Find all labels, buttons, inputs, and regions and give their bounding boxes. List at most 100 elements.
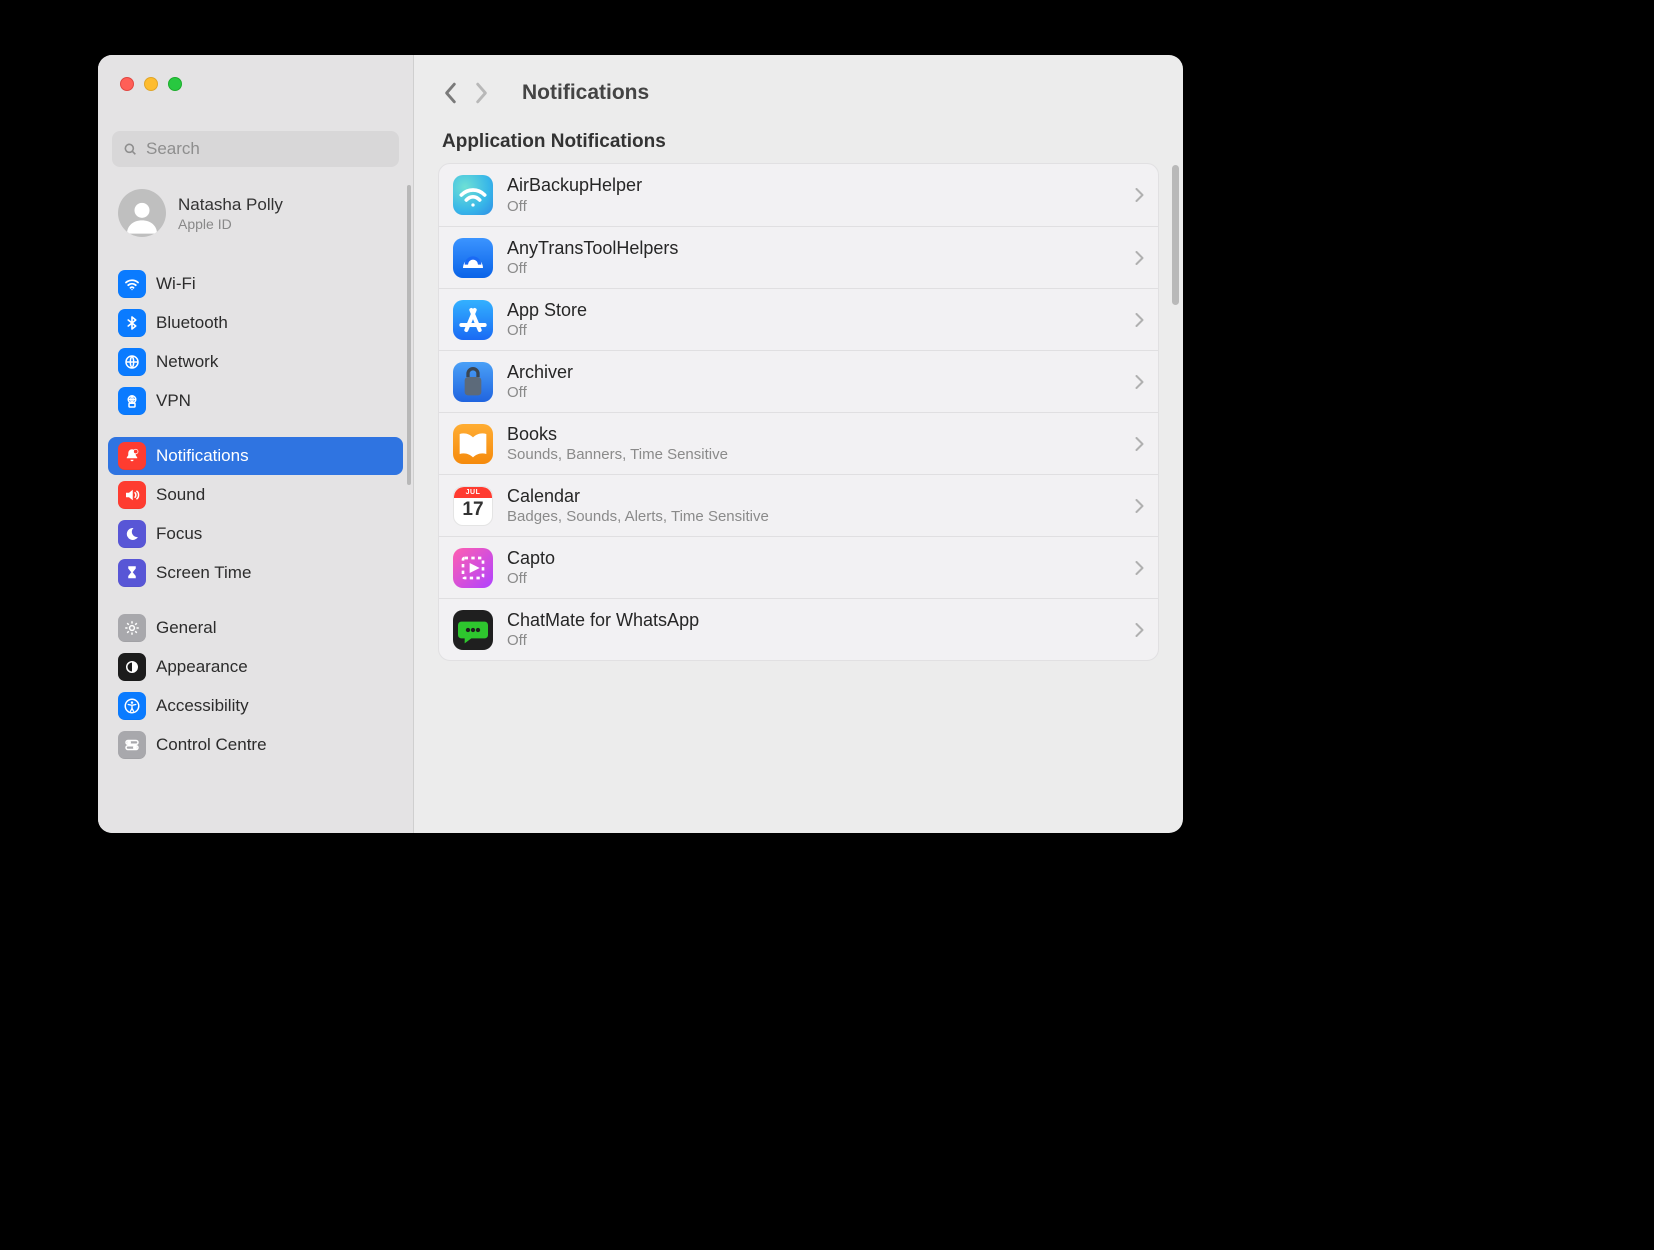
app-name: AirBackupHelper (507, 175, 1127, 197)
sidebar-item-label: General (156, 618, 216, 638)
sidebar-item-label: Control Centre (156, 735, 267, 755)
minimize-window-button[interactable] (144, 77, 158, 91)
sidebar-group-network: Wi-Fi Bluetooth (108, 263, 403, 423)
app-row-anytranstoolhelpers[interactable]: AnyTransToolHelpers Off (439, 226, 1158, 288)
sidebar-item-bluetooth[interactable]: Bluetooth (108, 304, 403, 342)
sidebar-item-appearance[interactable]: Appearance (108, 648, 403, 686)
hourglass-icon (118, 559, 146, 587)
apple-id-row[interactable]: Natasha Polly Apple ID (108, 183, 403, 251)
moon-icon (118, 520, 146, 548)
app-name: Books (507, 424, 1127, 446)
sidebar-item-accessibility[interactable]: Accessibility (108, 687, 403, 725)
app-icon (453, 610, 493, 650)
chevron-right-icon (1135, 251, 1144, 265)
profile-sub: Apple ID (178, 216, 283, 232)
avatar (118, 189, 166, 237)
chevron-right-icon (1135, 623, 1144, 637)
forward-button[interactable] (466, 78, 496, 108)
profile-name: Natasha Polly (178, 195, 283, 215)
app-sub: Sounds, Banners, Time Sensitive (507, 446, 1127, 463)
app-name: ChatMate for WhatsApp (507, 610, 1127, 632)
app-sub: Badges, Sounds, Alerts, Time Sensitive (507, 508, 1127, 525)
app-sub: Off (507, 260, 1127, 277)
app-icon (453, 548, 493, 588)
sidebar-item-label: Screen Time (156, 563, 251, 583)
search-input[interactable] (146, 139, 389, 159)
appearance-icon (118, 653, 146, 681)
calendar-day: 17 (454, 499, 492, 521)
sidebar-item-focus[interactable]: Focus (108, 515, 403, 553)
sidebar-item-screentime[interactable]: Screen Time (108, 554, 403, 592)
sidebar-item-label: Bluetooth (156, 313, 228, 333)
app-sub: Off (507, 632, 1127, 649)
back-button[interactable] (436, 78, 466, 108)
content-scrollbar[interactable] (1172, 165, 1179, 305)
sidebar-item-notifications[interactable]: Notifications (108, 437, 403, 475)
sidebar-item-label: Wi-Fi (156, 274, 196, 294)
gear-icon (118, 614, 146, 642)
app-icon (453, 175, 493, 215)
sidebar-scrollbar[interactable] (407, 185, 411, 485)
sidebar-item-label: VPN (156, 391, 191, 411)
app-row-calendar[interactable]: JUL 17 Calendar Badges, Sounds, Alerts, … (439, 474, 1158, 536)
sidebar-item-wifi[interactable]: Wi-Fi (108, 265, 403, 303)
control-centre-icon (118, 731, 146, 759)
app-row-books[interactable]: Books Sounds, Banners, Time Sensitive (439, 412, 1158, 474)
app-icon (453, 238, 493, 278)
close-window-button[interactable] (120, 77, 134, 91)
speaker-icon (118, 481, 146, 509)
app-name: AnyTransToolHelpers (507, 238, 1127, 260)
sidebar-item-sound[interactable]: Sound (108, 476, 403, 514)
bell-icon (118, 442, 146, 470)
sidebar: Natasha Polly Apple ID (98, 55, 414, 833)
accessibility-icon (118, 692, 146, 720)
chevron-right-icon (1135, 499, 1144, 513)
app-icon: JUL 17 (453, 486, 493, 526)
sidebar-item-general[interactable]: General (108, 609, 403, 647)
chevron-right-icon (1135, 375, 1144, 389)
chevron-right-icon (1135, 313, 1144, 327)
chevron-right-icon (1135, 188, 1144, 202)
chevron-right-icon (1135, 561, 1144, 575)
sidebar-item-network[interactable]: Network (108, 343, 403, 381)
app-name: Capto (507, 548, 1127, 570)
search-icon (122, 141, 138, 157)
sidebar-item-label: Notifications (156, 446, 249, 466)
app-icon (453, 300, 493, 340)
app-sub: Off (507, 198, 1127, 215)
sidebar-group-system: General Appearance (108, 607, 403, 767)
app-sub: Off (507, 322, 1127, 339)
sidebar-item-label: Appearance (156, 657, 248, 677)
app-row-appstore[interactable]: App Store Off (439, 288, 1158, 350)
main-panel: Notifications Application Notifications … (414, 55, 1183, 833)
app-icon (453, 424, 493, 464)
vpn-icon (118, 387, 146, 415)
calendar-month: JUL (454, 487, 492, 498)
network-icon (118, 348, 146, 376)
window-controls (98, 55, 413, 115)
chevron-right-icon (1135, 437, 1144, 451)
sidebar-item-label: Sound (156, 485, 205, 505)
settings-window: Natasha Polly Apple ID (98, 55, 1183, 833)
app-row-airbackuphelper[interactable]: AirBackupHelper Off (439, 164, 1158, 226)
app-row-chatmate[interactable]: ChatMate for WhatsApp Off (439, 598, 1158, 660)
sidebar-item-vpn[interactable]: VPN (108, 382, 403, 420)
wifi-icon (118, 270, 146, 298)
sidebar-item-label: Focus (156, 524, 202, 544)
search-field[interactable] (112, 131, 399, 167)
app-name: Archiver (507, 362, 1127, 384)
content: Application Notifications AirBackupHelpe… (414, 131, 1183, 833)
app-name: Calendar (507, 486, 1127, 508)
toolbar: Notifications (414, 55, 1183, 131)
zoom-window-button[interactable] (168, 77, 182, 91)
app-sub: Off (507, 570, 1127, 587)
sidebar-group-focus: Notifications Sound (108, 435, 403, 595)
sidebar-item-label: Network (156, 352, 218, 372)
application-notifications-list: AirBackupHelper Off An (438, 163, 1159, 661)
sidebar-item-controlcentre[interactable]: Control Centre (108, 726, 403, 764)
app-sub: Off (507, 384, 1127, 401)
app-row-archiver[interactable]: Archiver Off (439, 350, 1158, 412)
sidebar-item-label: Accessibility (156, 696, 249, 716)
profile-text: Natasha Polly Apple ID (178, 195, 283, 232)
app-row-capto[interactable]: Capto Off (439, 536, 1158, 598)
